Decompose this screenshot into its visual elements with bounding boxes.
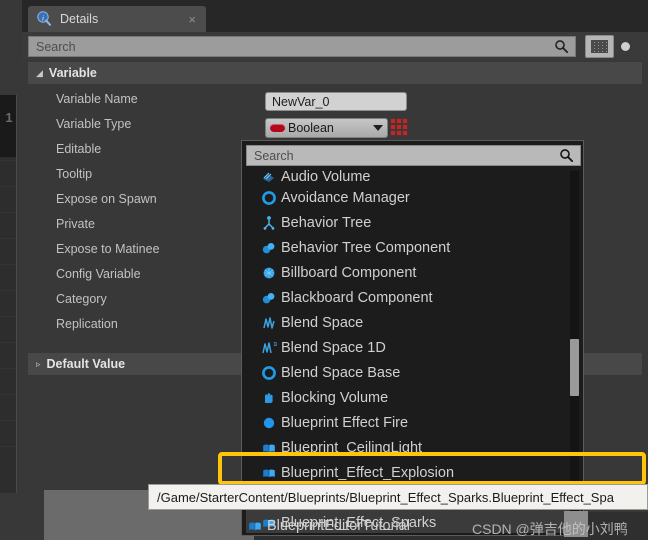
magnifier-icon: [559, 148, 580, 163]
blueprint-book-icon: [260, 439, 277, 456]
grid-view-button[interactable]: [585, 35, 614, 58]
asset-path-tooltip: /Game/StarterContent/Blueprints/Blueprin…: [148, 484, 648, 510]
list-item[interactable]: Blend Space Base: [246, 360, 581, 385]
section-header-variable[interactable]: ◢ Variable: [28, 62, 642, 84]
list-item-label: Behavior Tree Component: [281, 239, 451, 256]
list-item[interactable]: Blend Space: [246, 310, 581, 335]
list-item[interactable]: Behavior Tree: [246, 210, 581, 235]
list-item[interactable]: Blocking Volume: [246, 385, 581, 410]
chevron-right-icon: ▹: [36, 358, 41, 369]
variable-type-dropdown-popup: Search Audio Volume Avoidance Manager Be…: [241, 140, 584, 536]
tab-strip: i Details ×: [22, 0, 648, 32]
array-type-button[interactable]: [390, 118, 408, 136]
property-label: Editable: [56, 141, 102, 156]
list-item-label: Blueprint_Effect_Explosion: [281, 464, 455, 481]
list-item[interactable]: Blueprint Effect Fire: [246, 410, 581, 435]
list-item[interactable]: Blackboard Component: [246, 285, 581, 310]
svg-text:1D: 1D: [273, 342, 277, 348]
grid-view-icon: [591, 40, 608, 53]
tooltip-text: /Game/StarterContent/Blueprints/Blueprin…: [157, 489, 614, 505]
variable-name-input[interactable]: NewVar_0: [265, 92, 407, 111]
page-bottom-margin: [0, 540, 648, 554]
variable-type-value: Boolean: [288, 121, 334, 135]
chevron-down-icon: [373, 125, 383, 131]
blend-space-1d-icon: 1D: [260, 339, 277, 356]
list-item[interactable]: Avoidance Manager: [246, 185, 581, 210]
svg-text:i: i: [42, 14, 44, 22]
overflow-dot-icon[interactable]: [621, 42, 630, 51]
property-label: Variable Type: [56, 116, 132, 131]
tab-details[interactable]: i Details ×: [28, 6, 206, 32]
property-label: Tooltip: [56, 166, 93, 181]
left-edge-number: 1: [5, 110, 13, 125]
section-title-default-value: Default Value: [46, 357, 126, 371]
blueprint-book-icon: [260, 464, 277, 481]
audio-volume-icon: [260, 169, 277, 185]
list-item-label: Blocking Volume: [281, 389, 389, 406]
sphere-icon: [260, 414, 277, 431]
list-item-label: Blackboard Component: [281, 289, 433, 306]
unreal-editor-screenshot: 1 i Details × Search ◢ Variable Variable…: [0, 0, 648, 554]
variable-type-list[interactable]: Audio Volume Avoidance Manager Behavior …: [246, 169, 581, 533]
property-label: Category: [56, 291, 107, 306]
list-item-label: Blueprint_CeilingLight: [281, 439, 423, 456]
list-item-label: Behavior Tree: [281, 214, 372, 231]
ring-icon: [260, 189, 277, 206]
details-search-input[interactable]: Search: [28, 36, 576, 57]
property-label: Private: [56, 216, 95, 231]
left-edge-dark-block: [0, 95, 16, 157]
list-item-label: BlueprintEditorTutorial: [267, 518, 410, 534]
list-item[interactable]: 1D Blend Space 1D: [246, 335, 581, 360]
list-item[interactable]: BlueprintEditorTutorial: [246, 514, 410, 538]
blocking-volume-icon: [260, 389, 277, 406]
list-item-label: Blueprint Effect Fire: [281, 414, 409, 431]
list-item[interactable]: Blueprint_Effect_Explosion: [246, 460, 581, 485]
list-item[interactable]: Behavior Tree Component: [246, 235, 581, 260]
close-icon[interactable]: ×: [186, 13, 198, 26]
sphere-grid-icon: [260, 264, 277, 281]
list-item-label: Billboard Component: [281, 264, 417, 281]
ring-icon: [260, 364, 277, 381]
magnifier-icon: [554, 39, 575, 54]
variable-type-dropdown[interactable]: Boolean: [265, 118, 388, 138]
spheres-icon: [260, 239, 277, 256]
watermark-text: CSDN @弹吉他的小刘鸭: [472, 521, 628, 537]
list-item[interactable]: Blueprint_CeilingLight: [246, 435, 581, 460]
list-item-label: Audio Volume: [281, 169, 371, 185]
section-title-variable: Variable: [48, 66, 97, 80]
chevron-down-icon: ◢: [36, 67, 43, 78]
list-item[interactable]: Audio Volume: [246, 169, 581, 185]
behavior-tree-icon: [260, 214, 277, 231]
details-search-placeholder: Search: [36, 39, 76, 54]
blueprint-book-icon: [246, 518, 263, 535]
property-label: Variable Name: [56, 91, 138, 106]
left-edge-lines: [0, 160, 16, 493]
boolean-pill-icon: [270, 124, 285, 132]
details-info-icon: i: [36, 11, 52, 27]
tab-details-label: Details: [60, 12, 99, 26]
list-item[interactable]: Billboard Component: [246, 260, 581, 285]
left-edge-panel: 1: [0, 0, 22, 554]
property-label: Config Variable: [56, 266, 141, 281]
dropdown-scrollbar-thumb[interactable]: [570, 339, 579, 396]
list-item-label: Avoidance Manager: [281, 189, 410, 206]
dropdown-search-input[interactable]: Search: [246, 145, 581, 166]
details-search-row: Search: [22, 32, 648, 60]
property-label: Expose on Spawn: [56, 191, 157, 206]
property-label: Expose to Matinee: [56, 241, 160, 256]
list-item-label: Blend Space Base: [281, 364, 401, 381]
blend-space-icon: [260, 314, 277, 331]
dropdown-search-placeholder: Search: [254, 148, 294, 163]
spheres-icon: [260, 289, 277, 306]
list-item-label: Blend Space: [281, 314, 364, 331]
property-label: Replication: [56, 316, 118, 331]
list-item-label: Blend Space 1D: [281, 339, 386, 356]
